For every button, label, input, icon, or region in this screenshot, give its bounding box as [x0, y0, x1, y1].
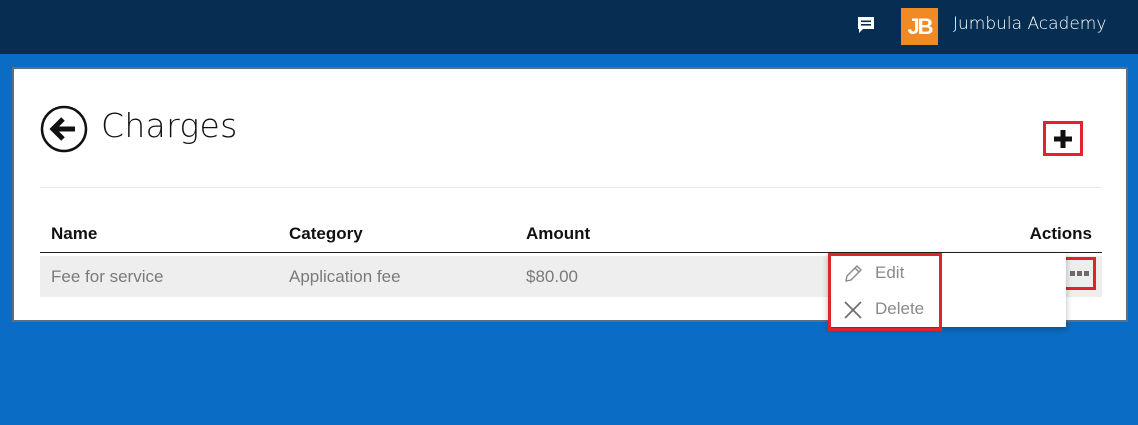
page-title: Charges — [101, 106, 238, 145]
column-header-category: Category — [289, 224, 363, 243]
menu-item-edit[interactable]: Edit — [828, 255, 1066, 291]
chat-bubble-icon[interactable] — [855, 14, 877, 36]
menu-item-edit-label: Edit — [875, 263, 905, 282]
close-icon — [844, 301, 862, 319]
column-header-amount: Amount — [526, 224, 591, 243]
row-actions-button[interactable] — [1063, 257, 1096, 290]
plus-icon — [1054, 129, 1072, 148]
menu-item-delete[interactable]: Delete — [828, 291, 1066, 327]
org-name[interactable]: Jumbula Academy — [953, 14, 1106, 34]
cell-category: Application fee — [289, 267, 401, 286]
more-horizontal-icon — [1069, 271, 1090, 276]
cell-amount: $80.00 — [526, 267, 578, 286]
header-divider — [40, 187, 1102, 188]
menu-item-delete-label: Delete — [875, 299, 925, 318]
column-header-actions: Actions — [1029, 224, 1092, 243]
add-charge-button[interactable] — [1043, 121, 1083, 156]
table-header: Name Category Amount Actions — [40, 219, 1102, 253]
pencil-icon — [845, 265, 862, 282]
top-bar: JB Jumbula Academy — [0, 0, 1138, 54]
row-actions-menu: Edit Delete — [828, 253, 1066, 327]
cell-name: Fee for service — [51, 267, 164, 286]
back-arrow-icon[interactable] — [40, 105, 88, 153]
column-header-name: Name — [51, 224, 98, 243]
org-logo[interactable]: JB — [901, 8, 938, 45]
